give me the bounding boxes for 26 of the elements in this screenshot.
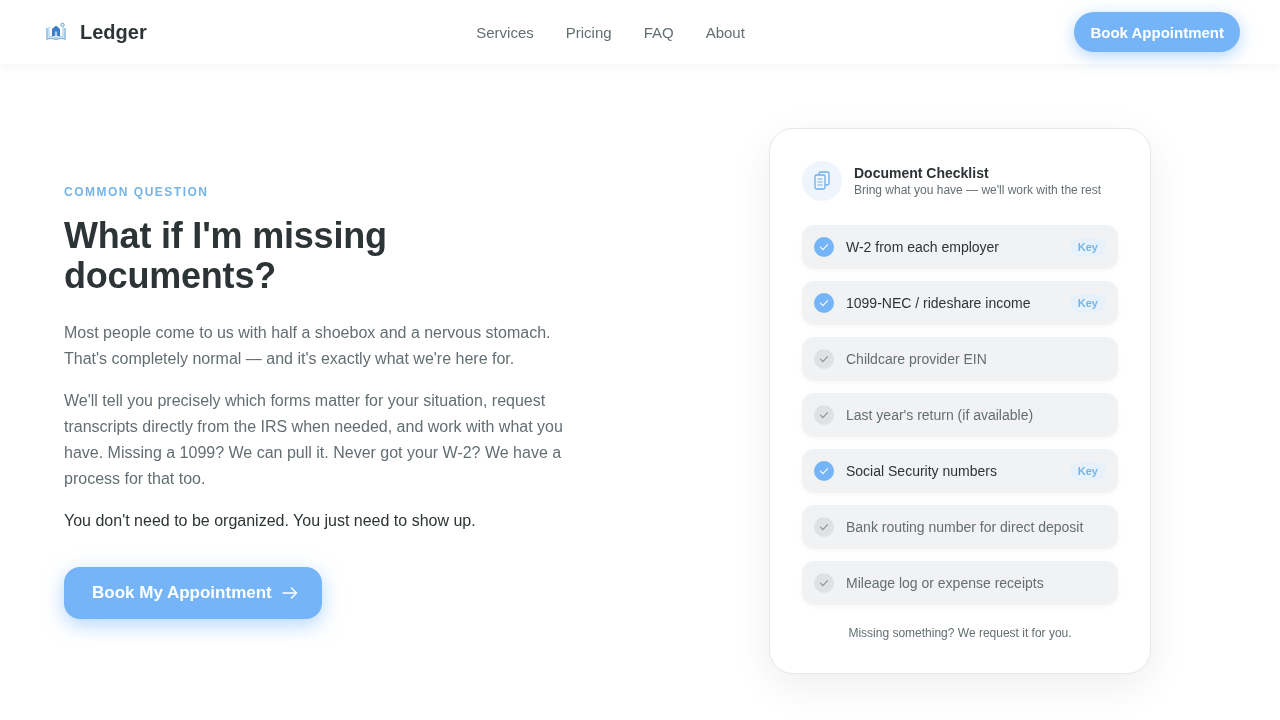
arrow-right-icon [281,586,298,599]
item-label: Childcare provider EIN [846,351,988,367]
nav-link[interactable]: About [705,23,745,41]
card-footnote: Missing something? We request it for you. [847,625,1073,641]
nav-link[interactable]: FAQ [643,23,674,41]
item-label: 1099-NEC / rideshare income [846,295,1032,311]
body-paragraph: Most people come to us with half a shoebox and a nervous stomach. That's completely normal — and it's exactly what we're here for. [64,322,552,369]
key-tag: Key [1069,294,1106,312]
item-label: W-2 from each employer [846,239,1000,255]
item-label: Social Security numbers [846,463,998,479]
brand-name: Ledger [80,20,147,44]
key-tag: Key [1069,462,1106,480]
item-label: Bank routing number for direct deposit [846,519,1085,535]
open-book-icon [46,22,66,42]
body-paragraph: We'll tell you precisely which forms matter for your situation, request transcripts directly from the IRS when needed, and work with what you have. Missing a 1099? We can pull it. Never got your W-2? We have a process for that too. [64,390,564,489]
item-label: Mileage log or expense receipts [846,575,1045,591]
body-paragraph: You don't need to be organized. You just need to show up. [64,510,477,531]
key-tag: Key [1069,238,1106,256]
card-subtitle: Bring what you have — we'll work with the rest [854,182,1102,198]
nav-link[interactable]: Services [476,23,534,41]
item-label: Last year's return (if available) [846,407,1035,423]
eyebrow-label: COMMON QUESTION [64,183,210,200]
documents-icon [802,161,842,201]
card-title: Document Checklist [854,164,990,182]
nav-link[interactable]: Pricing [565,23,612,41]
section-heading: What if I'm missing documents? [64,215,388,296]
